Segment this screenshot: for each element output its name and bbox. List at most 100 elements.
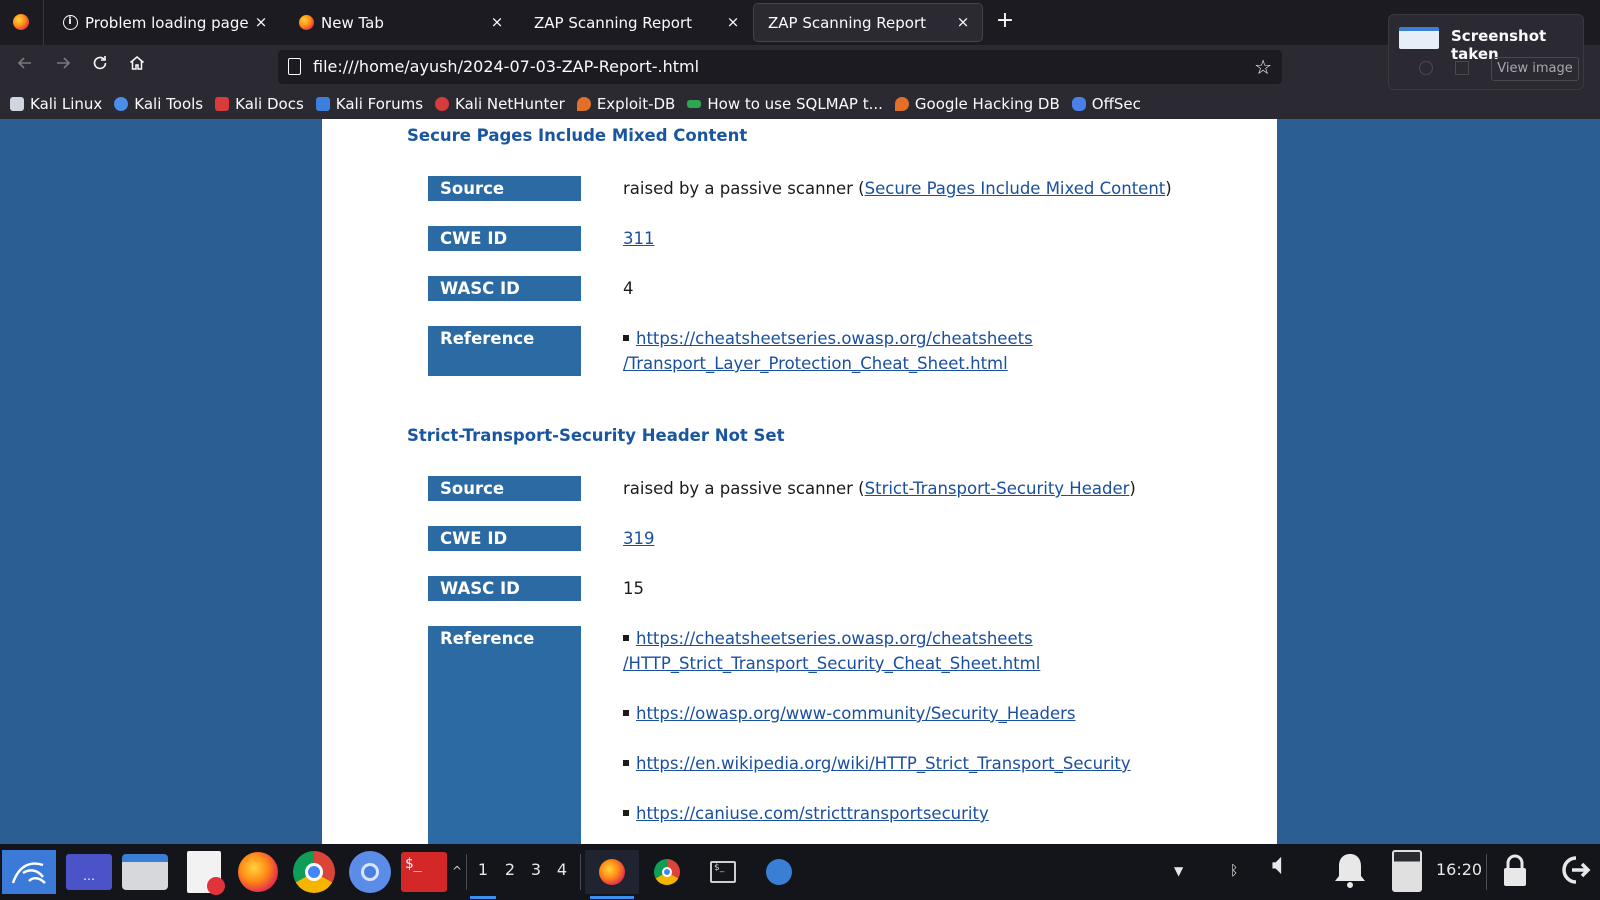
tab-new-tab[interactable]: New Tab × (284, 4, 516, 41)
window-chrome[interactable] (640, 850, 694, 894)
logout-icon[interactable] (1556, 852, 1592, 896)
back-button[interactable] (10, 52, 40, 82)
close-icon[interactable]: × (252, 13, 270, 31)
tab-label: ZAP Scanning Report (534, 13, 693, 32)
reference-link[interactable]: /HTTP_Strict_Transport_Security_Cheat_Sh… (623, 654, 1040, 673)
label-cwe-id: CWE ID (428, 226, 581, 251)
terminal-launcher[interactable]: $_ (400, 850, 448, 894)
nethunter-icon (435, 97, 450, 111)
source-link[interactable]: Secure Pages Include Mixed Content (865, 179, 1166, 198)
bookmark-kali-linux[interactable]: Kali Linux (10, 95, 102, 113)
taskbar-separator (1486, 854, 1487, 890)
reference-link[interactable]: https://en.wikipedia.org/wiki/HTTP_Stric… (636, 754, 1131, 773)
label-source: Source (428, 476, 581, 501)
bookmark-kali-tools[interactable]: Kali Tools (114, 95, 203, 113)
home-button[interactable] (122, 52, 152, 82)
window-terminal[interactable]: $_ (696, 850, 750, 894)
heart-icon (1419, 61, 1433, 75)
kali-tools-icon (114, 97, 129, 111)
label-wasc-id: WASC ID (428, 276, 581, 301)
reload-button[interactable] (85, 52, 115, 82)
kali-dragon-icon (10, 97, 24, 111)
bookmark-exploit-db[interactable]: Exploit-DB (576, 95, 675, 113)
share-icon (1455, 61, 1469, 75)
screenshot-notification[interactable]: Screenshot taken View image (1388, 14, 1584, 90)
firefox-icon (298, 15, 314, 31)
workspace-4[interactable]: 4 (554, 860, 570, 879)
tab-label: ZAP Scanning Report (768, 13, 927, 32)
network-icon[interactable]: ▼ (1174, 858, 1183, 884)
firefox-icon (599, 859, 625, 885)
forward-button[interactable] (48, 52, 78, 82)
chromium-launcher[interactable] (346, 850, 394, 894)
workspace-2[interactable]: 2 (502, 860, 518, 879)
kali-docs-icon (215, 97, 230, 111)
firefox-view-button[interactable] (8, 9, 34, 35)
reference-link[interactable]: https://cheatsheetseries.owasp.org/cheat… (636, 629, 1033, 648)
reference-link[interactable]: /Transport_Layer_Protection_Cheat_Sheet.… (623, 354, 1008, 373)
chevron-up-icon[interactable]: ^ (452, 864, 462, 878)
firefox-launcher[interactable] (234, 850, 282, 894)
value-source: raised by a passive scanner (Secure Page… (623, 179, 1172, 198)
value-cwe-id: 319 (623, 526, 655, 551)
bookmark-kali-forums[interactable]: Kali Forums (315, 95, 423, 113)
window-firefox[interactable] (585, 850, 639, 894)
value-wasc-id: 4 (623, 279, 634, 298)
tab-zap-report-1[interactable]: ZAP Scanning Report × (520, 4, 752, 41)
bookmark-offsec[interactable]: OffSec (1071, 95, 1141, 113)
text-editor-button[interactable] (182, 850, 226, 895)
cwe-link[interactable]: 311 (623, 229, 655, 248)
chrome-launcher[interactable] (290, 850, 338, 894)
arrow-right-icon (57, 57, 71, 69)
address-bar[interactable]: file:///home/ayush/2024-07-03-ZAP-Report… (278, 50, 1282, 84)
active-window-indicator (590, 896, 634, 899)
workspace-3[interactable]: 3 (528, 860, 544, 879)
window-screenshot-tool[interactable] (752, 850, 806, 894)
alert-title: Strict-Transport-Security Header Not Set (407, 426, 785, 445)
reference-link[interactable]: https://caniuse.com/stricttransportsecur… (636, 804, 989, 823)
file-manager-button[interactable] (120, 850, 170, 894)
reference-link[interactable]: https://cheatsheetseries.owasp.org/cheat… (636, 329, 1033, 348)
workspace-1[interactable]: 1 (475, 860, 491, 879)
url-text[interactable]: file:///home/ayush/2024-07-03-ZAP-Report… (313, 57, 699, 76)
tab-zap-report-2[interactable]: ZAP Scanning Report × (753, 3, 983, 42)
info-icon: i (62, 15, 78, 31)
close-icon[interactable]: × (954, 13, 972, 31)
exploit-db-icon (576, 97, 591, 111)
battery-icon[interactable] (1392, 850, 1422, 892)
kali-menu-button[interactable] (2, 850, 56, 894)
volume-icon[interactable]: 🔈︎ (1272, 850, 1290, 880)
label-reference: Reference (428, 326, 581, 376)
bookmark-google-hacking-db[interactable]: Google Hacking DB (894, 95, 1060, 113)
firefox-icon (238, 852, 278, 892)
close-icon[interactable]: × (488, 13, 506, 31)
new-tab-button[interactable]: + (992, 9, 1018, 35)
lock-icon[interactable] (1500, 852, 1530, 896)
reference-link[interactable]: https://owasp.org/www-community/Security… (636, 704, 1076, 723)
bluetooth-icon[interactable]: ᛒ (1230, 858, 1238, 884)
home-icon (130, 56, 144, 70)
value-cwe-id: 311 (623, 226, 655, 251)
label-reference: Reference (428, 626, 581, 844)
view-image-button[interactable]: View image (1491, 57, 1579, 81)
taskbar-separator (466, 854, 467, 890)
bookmark-kali-docs[interactable]: Kali Docs (215, 95, 304, 113)
navigation-bar: file:///home/ayush/2024-07-03-ZAP-Report… (0, 45, 1600, 89)
source-link[interactable]: Strict-Transport-Security Header (865, 479, 1130, 498)
firefox-icon (13, 14, 29, 30)
label-cwe-id: CWE ID (428, 526, 581, 551)
screenshot-tool-icon (766, 859, 792, 885)
bookmark-sqlmap-guide[interactable]: How to use SQLMAP t... (687, 95, 883, 113)
star-icon[interactable]: ☆ (1254, 54, 1272, 80)
reference-item: https://owasp.org/www-community/Security… (623, 701, 1076, 726)
tab-problem-loading[interactable]: i Problem loading page × (48, 4, 280, 41)
show-desktop-button[interactable]: … (64, 850, 114, 894)
cwe-link[interactable]: 319 (623, 529, 655, 548)
clock[interactable]: 16:20 (1436, 860, 1482, 879)
bookmarks-toolbar: Kali Linux Kali Tools Kali Docs Kali For… (0, 89, 1600, 119)
close-icon[interactable]: × (724, 13, 742, 31)
notifications-icon[interactable] (1330, 850, 1370, 898)
tab-strip: i Problem loading page × New Tab × ZAP S… (0, 0, 1600, 45)
taskbar: … $_ ^ 1 2 3 4 $_ ▼ ᛒ 🔈︎ 16:20 (0, 844, 1600, 900)
bookmark-kali-nethunter[interactable]: Kali NetHunter (435, 95, 565, 113)
